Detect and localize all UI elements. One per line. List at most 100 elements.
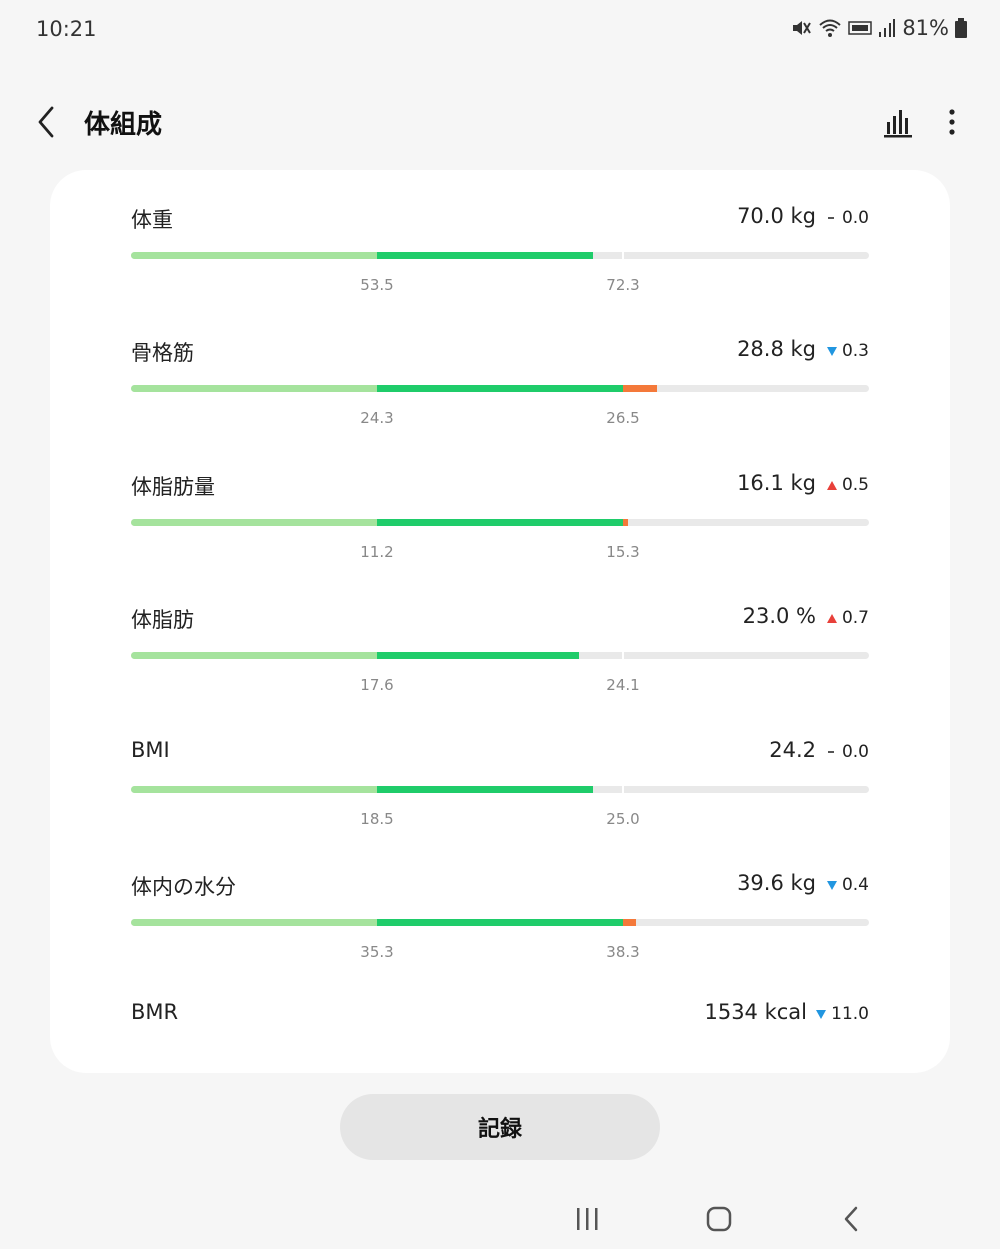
range-bar-below [131,652,377,659]
range-high-label: 24.1 [606,676,640,694]
decrease-icon [816,1009,827,1019]
metric-row-skeletal-muscle: 骨格筋 28.8 kg 0.3 24.3 26.5 [50,337,950,447]
metric-delta-value: 11.0 [831,1004,869,1024]
metric-value: 1534 kcal [704,1000,807,1024]
metric-label: BMI [131,738,170,762]
chevron-left-icon [38,106,54,138]
more-options-button[interactable] [938,104,966,140]
metric-value: 16.1 kg [737,471,816,495]
metric-delta: 0.0 [825,742,869,762]
range-low-label: 17.6 [360,676,394,694]
range-high-label: 15.3 [606,543,640,561]
metric-delta-value: 0.0 [841,208,869,228]
metric-delta-value: 0.3 [841,341,869,361]
record-button[interactable]: 記録 [340,1094,660,1160]
home-button[interactable] [699,1202,739,1236]
range-bar-normal [376,252,593,259]
range-bar-tick [621,786,624,793]
metric-delta-value: 0.0 [841,742,869,762]
decrease-icon [826,880,837,890]
more-vertical-icon [949,109,955,135]
back-nav-button[interactable] [831,1202,871,1236]
range-bar [131,786,869,793]
metric-row-body-water: 体内の水分 39.6 kg 0.4 35.3 38.3 [50,871,950,981]
range-low-label: 53.5 [360,276,394,294]
battery-percent: 81% [902,16,949,40]
metric-label: 体脂肪量 [131,475,215,499]
range-low-label: 11.2 [360,543,394,561]
metric-label: 骨格筋 [131,341,194,365]
range-bar-over [623,919,636,926]
range-high-label: 26.5 [606,409,640,427]
metric-label: BMR [131,1000,179,1024]
range-bar-over [623,385,658,392]
metric-delta-value: 0.5 [841,475,869,495]
range-low-label: 24.3 [360,409,394,427]
status-icons: 81% [790,16,967,40]
range-bar-tick [621,652,624,659]
metric-label: 体内の水分 [131,875,236,899]
range-bar-below [131,919,377,926]
range-low-label: 35.3 [360,943,394,961]
metric-value: 23.0 % [742,604,816,628]
metric-row-bmi: BMI 24.2 0.0 18.5 25.0 [50,738,950,848]
range-bar-normal [376,385,624,392]
increase-icon [826,613,837,623]
decrease-icon [826,346,837,356]
range-high-label: 25.0 [606,810,640,828]
range-bar [131,919,869,926]
volte-icon [848,21,873,35]
metric-delta: 0.3 [826,341,869,361]
range-bar-normal [376,786,593,793]
metric-value: 70.0 kg [737,204,816,228]
range-bar-below [131,252,377,259]
back-icon [844,1206,858,1232]
range-high-label: 72.3 [606,276,640,294]
metric-value: 28.8 kg [737,337,816,361]
metric-label: 体重 [131,208,173,232]
range-bar-normal [376,919,624,926]
range-bar-below [131,385,377,392]
recent-apps-icon [577,1208,598,1230]
back-button[interactable] [30,102,66,142]
metric-row-body-fat-mass: 体脂肪量 16.1 kg 0.5 11.2 15.3 [50,471,950,581]
mute-icon [793,21,812,35]
metric-delta: 0.7 [826,608,869,628]
metric-row-body-fat-percent: 体脂肪 23.0 % 0.7 17.6 24.1 [50,604,950,714]
metric-label: 体脂肪 [131,608,194,632]
recent-apps-button[interactable] [567,1202,607,1236]
page-title: 体組成 [84,110,163,140]
body-composition-card: 体重 70.0 kg 0.0 53.5 72.3 骨格筋 28.8 kg 0.3… [50,170,950,1073]
range-bar [131,652,869,659]
range-bar [131,519,869,526]
wifi-icon [819,19,841,37]
increase-icon [826,480,837,490]
status-bar: 10:21 81% [0,0,1000,60]
range-bar-normal [376,519,624,526]
range-low-label: 18.5 [360,810,394,828]
range-high-label: 38.3 [606,943,640,961]
bar-chart-icon [884,110,912,138]
signal-icon [879,19,896,37]
range-bar-below [131,786,377,793]
range-bar [131,252,869,259]
no-change-icon [827,751,834,753]
range-bar-tick [621,252,624,259]
metric-row-weight: 体重 70.0 kg 0.0 53.5 72.3 [50,204,950,314]
app-bar: 体組成 [0,92,1000,152]
trend-chart-button[interactable] [880,104,916,140]
metric-delta: 0.4 [826,875,869,895]
battery-icon [955,18,967,38]
no-change-icon [827,217,834,219]
range-bar [131,385,869,392]
status-time: 10:21 [36,17,97,41]
metric-delta: 11.0 [816,1004,869,1024]
metric-delta-value: 0.7 [841,608,869,628]
home-icon [706,1206,732,1232]
metric-delta-value: 0.4 [841,875,869,895]
metric-value: 24.2 [769,738,816,762]
metric-value: 39.6 kg [737,871,816,895]
metric-delta: 0.5 [826,475,869,495]
system-nav-bar [0,1190,1000,1249]
range-bar-below [131,519,377,526]
